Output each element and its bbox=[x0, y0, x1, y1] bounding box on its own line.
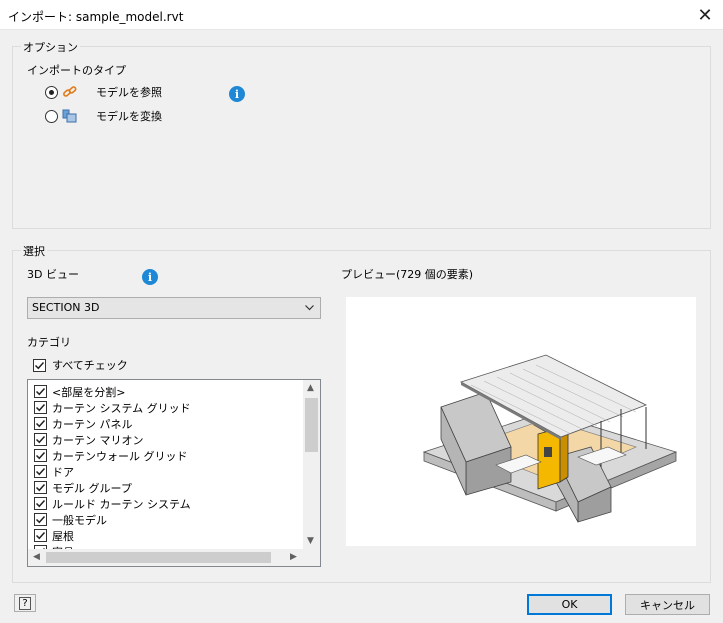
category-list-item[interactable]: カーテン マリオン bbox=[34, 432, 304, 448]
radio-convert-model[interactable] bbox=[45, 110, 58, 123]
category-list-item[interactable]: カーテン システム グリッド bbox=[34, 400, 304, 416]
category-checkbox[interactable] bbox=[34, 513, 47, 526]
scroll-left-icon[interactable]: ◀ bbox=[33, 553, 40, 562]
category-list-item[interactable]: カーテンウォール グリッド bbox=[34, 448, 304, 464]
category-label: カテゴリ bbox=[27, 336, 71, 349]
category-list-item[interactable]: カーテン パネル bbox=[34, 416, 304, 432]
category-list-item[interactable]: ドア bbox=[34, 464, 304, 480]
help-button[interactable]: ? bbox=[14, 594, 36, 612]
check-all-label[interactable]: すべてチェック bbox=[52, 357, 128, 373]
options-legend: オプション bbox=[21, 39, 80, 55]
check-all-checkbox[interactable] bbox=[33, 359, 46, 372]
scroll-up-icon[interactable]: ▲ bbox=[307, 384, 314, 393]
category-label-text: カーテン システム グリッド bbox=[52, 402, 191, 415]
vertical-scrollbar[interactable]: ▲ ▼ bbox=[303, 380, 320, 550]
category-list[interactable]: <部屋を分割> カーテン システム グリッド カーテン パネル カーテン マリオンカー… bbox=[27, 379, 321, 567]
category-list-item[interactable]: <部屋を分割> bbox=[34, 384, 304, 400]
view-info-icon[interactable]: i bbox=[142, 269, 158, 285]
cancel-button[interactable]: キャンセル bbox=[625, 594, 710, 615]
vertical-scroll-thumb[interactable] bbox=[305, 398, 318, 452]
category-label-text: カーテン マリオン bbox=[52, 434, 144, 447]
category-label-text: カーテンウォール グリッド bbox=[52, 450, 188, 463]
category-checkbox[interactable] bbox=[34, 465, 47, 478]
view-label: 3D ビュー bbox=[27, 268, 79, 281]
category-list-item[interactable]: モデル グループ bbox=[34, 480, 304, 496]
chevron-down-icon bbox=[305, 305, 314, 311]
category-label-text: モデル グループ bbox=[52, 482, 132, 495]
scroll-down-icon[interactable]: ▼ bbox=[307, 537, 314, 546]
category-checkbox[interactable] bbox=[34, 449, 47, 462]
category-label-text: 屋根 bbox=[52, 530, 74, 543]
window-title: インポート: sample_model.rvt bbox=[8, 10, 184, 24]
scroll-corner bbox=[303, 549, 320, 566]
import-type-label: インポートのタイプ bbox=[27, 64, 126, 77]
category-list-item[interactable]: 一般モデル bbox=[34, 512, 304, 528]
category-checkbox[interactable] bbox=[34, 401, 47, 414]
view-select-value: SECTION 3D bbox=[32, 301, 100, 314]
convert-model-icon bbox=[62, 108, 78, 127]
category-checkbox[interactable] bbox=[34, 433, 47, 446]
category-checkbox[interactable] bbox=[34, 497, 47, 510]
ok-button[interactable]: OK bbox=[527, 594, 612, 615]
radio-link-model[interactable] bbox=[45, 86, 58, 99]
scroll-right-icon[interactable]: ▶ bbox=[290, 553, 297, 562]
view-select[interactable]: SECTION 3D bbox=[27, 297, 321, 319]
category-checkbox[interactable] bbox=[34, 417, 47, 430]
building-preview-image bbox=[422, 354, 678, 523]
selection-legend: 選択 bbox=[21, 243, 47, 259]
horizontal-scroll-thumb[interactable] bbox=[46, 552, 271, 563]
radio-convert-model-label[interactable]: モデルを変換 bbox=[96, 108, 162, 124]
model-preview[interactable] bbox=[346, 297, 696, 546]
link-icon bbox=[62, 84, 78, 103]
horizontal-scrollbar[interactable]: ◀ ▶ bbox=[28, 549, 303, 566]
category-label-text: ドア bbox=[52, 466, 74, 479]
category-list-item[interactable]: ルールド カーテン システム bbox=[34, 496, 304, 512]
preview-label: プレビュー(729 個の要素) bbox=[341, 268, 474, 281]
category-checkbox[interactable] bbox=[34, 385, 47, 398]
category-checkbox[interactable] bbox=[34, 529, 47, 542]
category-label-text: 一般モデル bbox=[52, 514, 107, 527]
category-label-text: ルールド カーテン システム bbox=[52, 498, 191, 511]
radio-link-model-label[interactable]: モデルを参照 bbox=[96, 84, 162, 100]
category-label-text: <部屋を分割> bbox=[52, 386, 126, 399]
category-checkbox[interactable] bbox=[34, 481, 47, 494]
category-label-text: カーテン パネル bbox=[52, 418, 133, 431]
close-button[interactable]: ✕ bbox=[687, 0, 723, 30]
title-bar: インポート: sample_model.rvt ✕ bbox=[0, 0, 723, 30]
import-type-info-icon[interactable]: i bbox=[229, 86, 245, 102]
category-list-item[interactable]: 屋根 bbox=[34, 528, 304, 544]
